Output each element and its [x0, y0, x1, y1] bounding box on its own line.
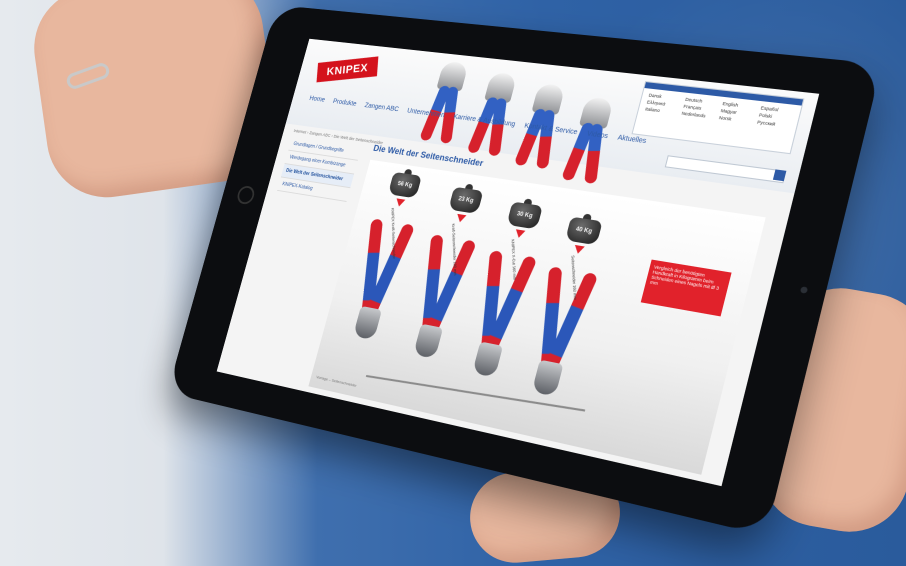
arrow-down-icon — [455, 213, 467, 223]
nav-zangen-abc[interactable]: Zangen ABC — [364, 102, 400, 113]
arrow-down-icon — [572, 244, 585, 255]
language-link[interactable]: Русский — [757, 120, 791, 129]
main-content: Die Welt der Seitenschneider 56 Kg 23 Kg… — [308, 136, 772, 475]
language-link[interactable]: Italiano — [645, 106, 677, 115]
nav-videos[interactable]: Videos — [586, 130, 609, 139]
search-button[interactable] — [772, 169, 787, 182]
tablet-device: KNIPEX Dansk Deutsch English Español Ελλ… — [167, 4, 882, 536]
language-link[interactable]: Norsk — [718, 115, 751, 124]
language-link[interactable]: Nederlands — [681, 111, 713, 120]
knipex-logo[interactable]: KNIPEX — [316, 56, 379, 83]
plier-icon: KNIPEX Kraft-Seitenschneider — [341, 208, 416, 348]
info-callout: Vergleich der benötigten Handkraft in Ki… — [640, 259, 732, 317]
nav-unternehmen[interactable]: Unternehmen — [406, 107, 445, 118]
comparison-graphic: 56 Kg 23 Kg 30 Kg 40 Kg KNIPEX Kraft-Sei… — [308, 159, 766, 475]
logo-text: KNIPEX — [326, 61, 369, 78]
nav-produkte[interactable]: Produkte — [332, 98, 357, 107]
weight-icon: 23 Kg — [448, 182, 485, 215]
weight-icon: 30 Kg — [506, 197, 544, 231]
arrow-down-icon — [513, 229, 526, 239]
weight-icon: 40 Kg — [565, 212, 604, 247]
home-button[interactable] — [235, 184, 257, 206]
tablet-screen: KNIPEX Dansk Deutsch English Español Ελλ… — [216, 38, 820, 487]
arrow-down-icon — [394, 198, 406, 208]
weight-icon: 56 Kg — [387, 167, 424, 199]
nav-aktuelles[interactable]: Aktuelles — [617, 134, 647, 145]
camera-icon — [799, 286, 809, 294]
nav-home[interactable]: Home — [309, 95, 326, 103]
image-caption: Vorlage – Seitenschneider — [315, 374, 358, 388]
